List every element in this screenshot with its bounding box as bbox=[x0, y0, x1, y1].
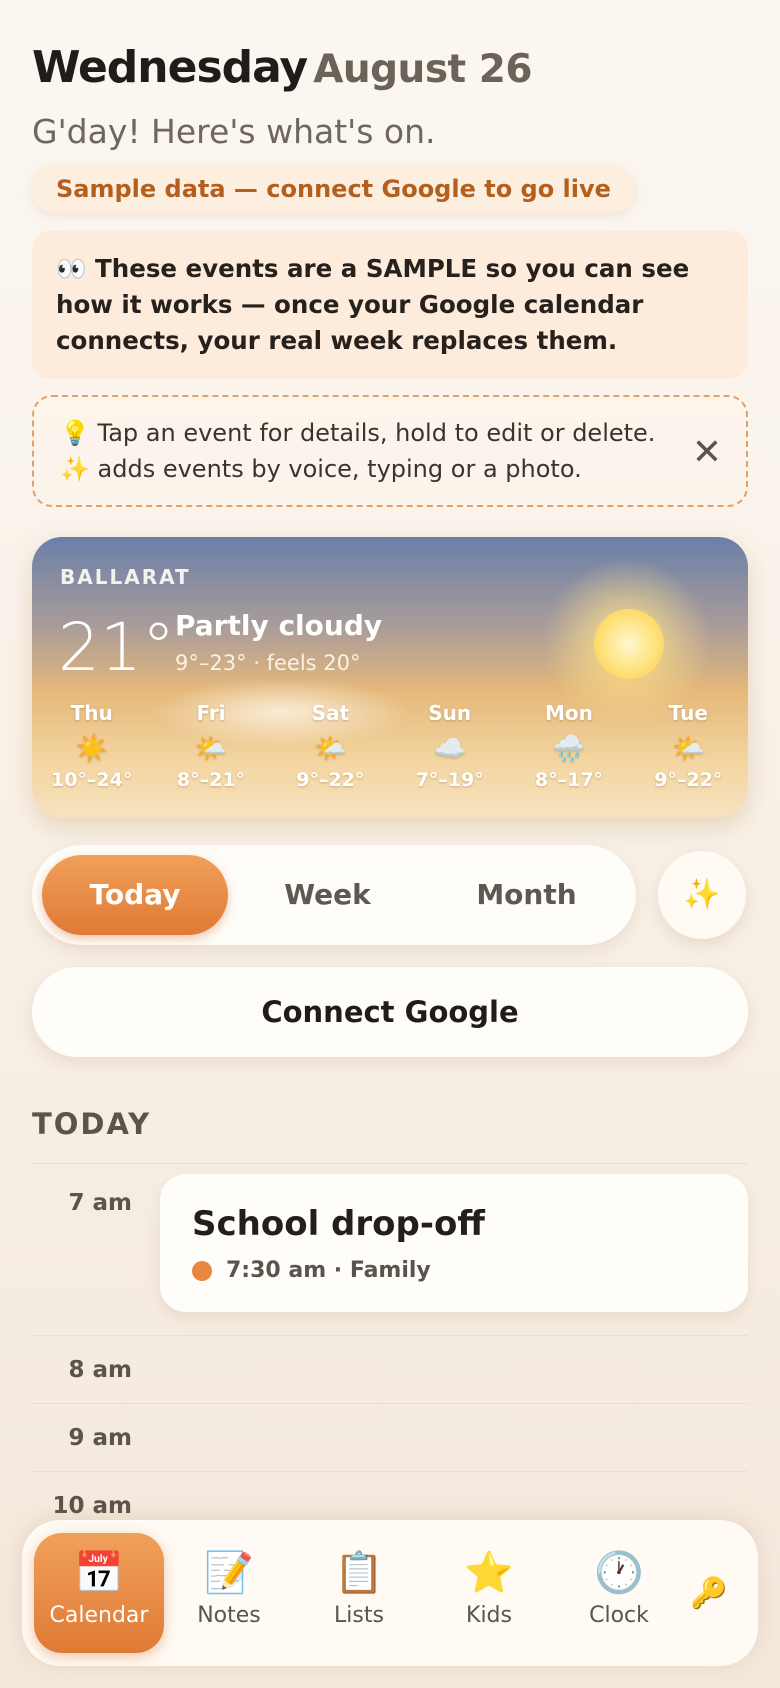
clock-icon: 🕐 bbox=[594, 1550, 644, 1596]
event-title: School drop-off bbox=[192, 1204, 485, 1244]
sparkles-icon: ✨ bbox=[683, 878, 721, 911]
forecast-day-label: Mon bbox=[545, 701, 593, 725]
title-day: Wednesday bbox=[32, 42, 308, 93]
forecast-day: Thu ☀️ 10°–24° bbox=[32, 701, 151, 791]
sun-icon bbox=[594, 609, 664, 679]
nav-label: Notes bbox=[197, 1603, 261, 1628]
eyes-icon: 👀 bbox=[56, 254, 87, 283]
app-page: Wednesday August 26 G'day! Here's what's … bbox=[32, 0, 748, 1540]
forecast-day: Mon 🌧️ 8°–17° bbox=[509, 701, 628, 791]
nav-label: Kids bbox=[466, 1603, 512, 1628]
forecast-range: 8°–17° bbox=[534, 769, 604, 791]
cloudy-icon: ☁️ bbox=[433, 734, 466, 764]
page-title: Wednesday August 26 bbox=[32, 46, 748, 90]
weather-range: 9°–23° · feels 20° bbox=[175, 651, 361, 675]
forecast-day-label: Sat bbox=[311, 701, 350, 725]
bottom-nav: 📅 Calendar 📝 Notes 📋 Lists ⭐ Kids 🕐 Cloc… bbox=[22, 1520, 758, 1666]
day-timeline: 7 am School drop-off 7:30 am · Family 8 … bbox=[32, 1163, 748, 1540]
weather-card[interactable]: BALLARAT 21° Partly cloudy 9°–23° · feel… bbox=[32, 537, 748, 817]
clipboard-icon: 📋 bbox=[334, 1550, 384, 1596]
forecast-day: Tue 🌤️ 9°–22° bbox=[629, 701, 748, 791]
event-time-calendar: 7:30 am · Family bbox=[226, 1258, 431, 1283]
star-icon: ⭐ bbox=[464, 1550, 514, 1596]
sample-notice: 👀 These events are a SAMPLE so you can s… bbox=[32, 231, 748, 379]
nav-notes[interactable]: 📝 Notes bbox=[164, 1533, 294, 1653]
section-title-today: TODAY bbox=[32, 1107, 152, 1141]
close-icon[interactable]: ✕ bbox=[692, 435, 722, 471]
hour-label: 8 am bbox=[68, 1357, 133, 1383]
nav-clock[interactable]: 🕐 Clock bbox=[554, 1533, 684, 1653]
weather-forecast: Thu ☀️ 10°–24° Fri 🌤️ 8°–21° Sat 🌤️ 9°–2… bbox=[32, 701, 748, 791]
sample-notice-text: These events are a SAMPLE so you can see… bbox=[56, 254, 690, 355]
forecast-day: Fri 🌤️ 8°–21° bbox=[151, 701, 270, 791]
tip-text-1: Tap an event for details, hold to edit o… bbox=[97, 419, 656, 447]
forecast-day: Sat 🌤️ 9°–22° bbox=[271, 701, 390, 791]
hour-label: 9 am bbox=[68, 1425, 133, 1451]
calendar-icon: 📅 bbox=[74, 1550, 124, 1596]
view-switch-row: Today Week Month ✨ bbox=[32, 845, 748, 945]
event-card[interactable]: School drop-off 7:30 am · Family bbox=[160, 1174, 748, 1312]
lightbulb-icon: 💡 bbox=[60, 419, 90, 447]
forecast-range: 9°–22° bbox=[654, 769, 723, 791]
tab-today[interactable]: Today bbox=[42, 855, 228, 935]
forecast-day-label: Thu bbox=[70, 701, 113, 725]
nav-lists[interactable]: 📋 Lists bbox=[294, 1533, 424, 1653]
nav-kids[interactable]: ⭐ Kids bbox=[424, 1533, 554, 1653]
partly-sunny-icon: 🌤️ bbox=[314, 734, 347, 764]
forecast-day-label: Tue bbox=[668, 701, 708, 725]
partly-sunny-icon: 🌤️ bbox=[194, 734, 228, 764]
hour-slot[interactable]: 9 am bbox=[32, 1404, 748, 1472]
sparkles-icon: ✨ bbox=[60, 455, 90, 483]
connect-google-button[interactable]: Connect Google bbox=[32, 967, 748, 1057]
calendar-color-dot bbox=[192, 1260, 212, 1281]
nav-label: Lists bbox=[334, 1603, 384, 1628]
title-date: August 26 bbox=[313, 47, 533, 92]
view-switch: Today Week Month bbox=[32, 845, 636, 945]
key-icon[interactable]: 🔑 bbox=[690, 1576, 727, 1611]
forecast-range: 9°–22° bbox=[296, 769, 365, 791]
hour-label: 7 am bbox=[68, 1190, 133, 1216]
tip-banner: 💡 Tap an event for details, hold to edit… bbox=[32, 395, 748, 507]
forecast-day-label: Sun bbox=[428, 701, 472, 725]
sunny-icon: ☀️ bbox=[75, 734, 108, 764]
tab-month[interactable]: Month bbox=[427, 855, 626, 935]
weather-city: BALLARAT bbox=[60, 565, 191, 589]
nav-calendar[interactable]: 📅 Calendar bbox=[34, 1533, 164, 1653]
nav-label: Calendar bbox=[49, 1603, 149, 1628]
tip-line-1: 💡 Tap an event for details, hold to edit… bbox=[60, 415, 720, 451]
hour-slot[interactable]: 8 am bbox=[32, 1336, 748, 1404]
header: Wednesday August 26 G'day! Here's what's … bbox=[32, 46, 748, 213]
tab-week[interactable]: Week bbox=[228, 855, 427, 935]
sample-data-badge: Sample data — connect Google to go live bbox=[32, 165, 635, 213]
magic-add-button[interactable]: ✨ bbox=[658, 851, 746, 939]
rain-icon: 🌧️ bbox=[552, 734, 586, 764]
forecast-range: 8°–21° bbox=[176, 769, 246, 791]
event-meta: 7:30 am · Family bbox=[192, 1258, 716, 1283]
hour-slot[interactable]: 7 am School drop-off 7:30 am · Family bbox=[32, 1164, 748, 1336]
forecast-day: Sun ☁️ 7°–19° bbox=[390, 701, 509, 791]
tip-line-2: ✨ adds events by voice, typing or a phot… bbox=[60, 451, 720, 487]
tip-text-2: adds events by voice, typing or a photo. bbox=[97, 455, 582, 483]
nav-label: Clock bbox=[589, 1603, 649, 1628]
notes-icon: 📝 bbox=[204, 1550, 254, 1596]
partly-sunny-icon: 🌤️ bbox=[672, 734, 705, 764]
greeting: G'day! Here's what's on. bbox=[32, 112, 436, 151]
forecast-range: 7°–19° bbox=[415, 769, 484, 791]
forecast-day-label: Fri bbox=[196, 701, 226, 725]
weather-condition: Partly cloudy bbox=[175, 609, 383, 642]
forecast-range: 10°–24° bbox=[50, 769, 133, 791]
weather-temperature: 21° bbox=[58, 609, 175, 686]
